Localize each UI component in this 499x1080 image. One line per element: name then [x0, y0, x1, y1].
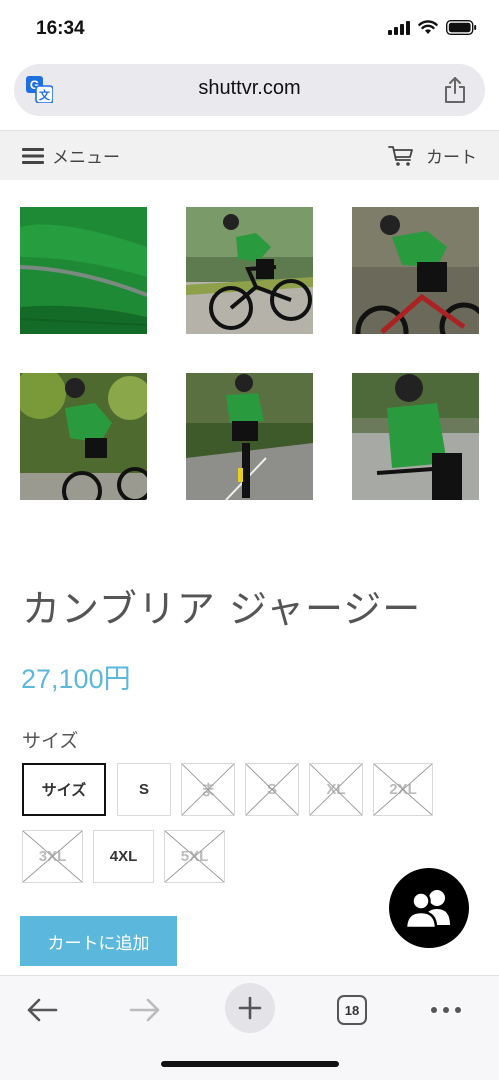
menu-button[interactable]: メニュー [22, 143, 120, 168]
unavailable-cross-icon [246, 764, 298, 815]
new-tab-button[interactable] [225, 983, 275, 1033]
size-option[interactable]: 4XL [93, 830, 154, 883]
status-bar: 16:34 [0, 0, 499, 60]
cart-icon [388, 145, 413, 166]
more-button[interactable] [422, 986, 470, 1034]
arrow-right-icon [129, 998, 160, 1022]
size-option[interactable]: ま [181, 763, 235, 816]
menu-label: メニュー [52, 148, 120, 168]
size-option-label: サイズ [41, 782, 87, 799]
tabs-button[interactable]: 18 [328, 986, 376, 1034]
thumbnail-cyclist-side[interactable] [186, 207, 313, 334]
status-icons [388, 20, 477, 35]
cart-button[interactable]: カート [388, 143, 477, 168]
unavailable-cross-icon [374, 764, 432, 815]
size-option[interactable]: サイズ [22, 763, 106, 816]
product-price: 27,100円 [21, 664, 131, 694]
wifi-icon [418, 20, 438, 34]
status-time: 16:34 [36, 18, 85, 39]
size-option[interactable]: XL [309, 763, 363, 816]
users-icon [404, 890, 450, 929]
size-option[interactable]: 5XL [164, 830, 225, 883]
arrow-left-icon [27, 998, 58, 1022]
size-option[interactable]: S [245, 763, 299, 816]
size-option-label: 4XL [109, 848, 138, 865]
size-option[interactable]: 2XL [373, 763, 433, 816]
forward-button[interactable] [121, 986, 169, 1034]
thumbnail-cyclist-hills[interactable] [352, 207, 479, 334]
size-option[interactable]: 3XL [22, 830, 83, 883]
thumbnail-cyclist-road[interactable] [186, 373, 313, 500]
unavailable-cross-icon [310, 764, 362, 815]
add-to-cart-button[interactable]: カートに追加 [20, 916, 177, 966]
unavailable-cross-icon [165, 831, 224, 882]
share-icon[interactable] [443, 76, 467, 104]
battery-icon [446, 20, 477, 35]
unavailable-cross-icon [23, 831, 82, 882]
thumbnail-cyclist-closeup[interactable] [352, 373, 479, 500]
community-chat-button[interactable] [389, 868, 469, 948]
size-option[interactable]: S [117, 763, 171, 816]
tab-count: 18 [337, 995, 367, 1025]
size-option-label: S [138, 781, 149, 798]
cart-label: カート [426, 148, 477, 168]
plus-icon [238, 996, 262, 1020]
site-header: メニュー カート [0, 130, 499, 180]
url-text[interactable]: shuttvr.com [14, 77, 485, 100]
product-title: カンブリア ジャージー [22, 587, 422, 631]
unavailable-cross-icon [182, 764, 234, 815]
more-dots-icon [431, 1007, 461, 1013]
hamburger-icon [22, 147, 44, 164]
address-bar[interactable]: G 文 shuttvr.com [14, 64, 485, 116]
thumbnail-jersey-fabric[interactable] [20, 207, 147, 334]
home-indicator[interactable] [161, 1061, 339, 1067]
size-label: サイズ [22, 730, 79, 752]
back-button[interactable] [18, 986, 66, 1034]
signal-icon [388, 20, 410, 35]
thumbnail-cyclist-trees[interactable] [20, 373, 147, 500]
